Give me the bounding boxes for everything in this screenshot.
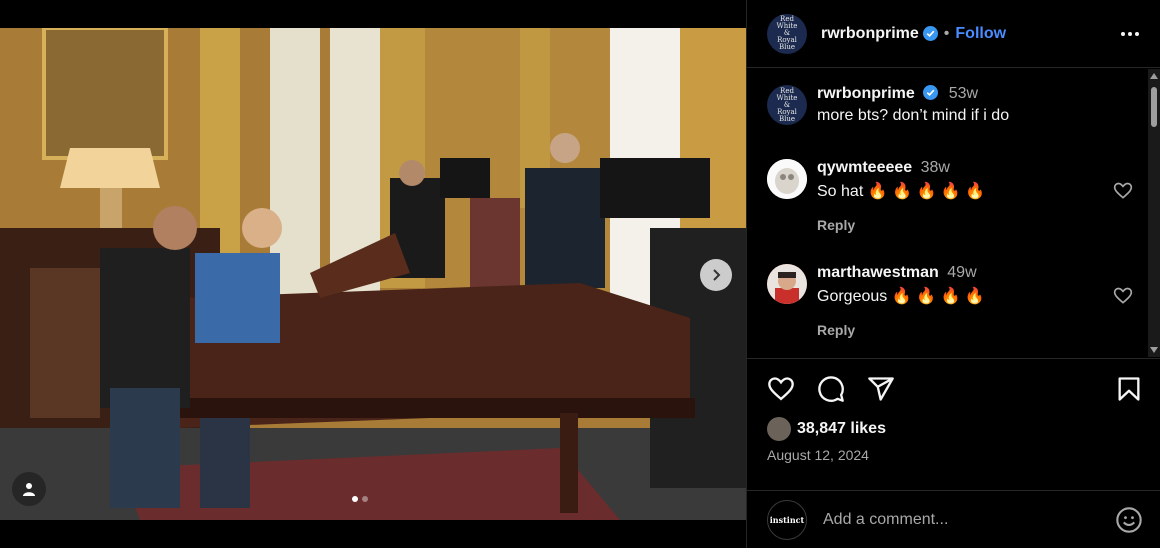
likes-summary: 38,847 likes: [767, 417, 886, 441]
tagged-users-button[interactable]: [12, 472, 46, 506]
photo-illustration: [0, 28, 746, 520]
reply-button[interactable]: Reply: [817, 217, 985, 233]
comment-item: marthawestman 49w Gorgeous 🔥 🔥 🔥 🔥 Reply: [767, 264, 1137, 338]
user-tag-icon: [23, 483, 35, 496]
heart-icon[interactable]: [767, 375, 795, 403]
follow-button[interactable]: Follow: [955, 25, 1006, 43]
paper-plane-icon[interactable]: [867, 375, 895, 403]
likes-count[interactable]: 38,847 likes: [797, 420, 886, 438]
caption-timestamp[interactable]: 53w: [949, 85, 978, 102]
add-comment-bar: instinct: [747, 490, 1160, 548]
comment-timestamp[interactable]: 38w: [921, 159, 950, 176]
liker-avatar[interactable]: [767, 417, 791, 441]
comment-username[interactable]: marthawestman: [817, 264, 939, 281]
carousel-indicator: [352, 496, 368, 502]
current-user-avatar-logo: instinct: [769, 514, 805, 525]
commenter-avatar[interactable]: [767, 159, 807, 199]
action-bar: [767, 375, 1143, 403]
like-comment-heart-icon[interactable]: [1113, 286, 1133, 306]
commenter-avatar[interactable]: [767, 264, 807, 304]
comments-scrollbar[interactable]: [1148, 69, 1160, 357]
add-comment-input[interactable]: [823, 510, 1115, 529]
verified-badge-icon: [922, 26, 938, 41]
comment-username[interactable]: qywmteeeee: [817, 159, 912, 176]
comment-text: So hat 🔥 🔥 🔥 🔥 🔥: [817, 183, 986, 200]
bookmark-icon[interactable]: [1115, 375, 1143, 403]
scroll-down-arrow-icon[interactable]: [1150, 347, 1158, 353]
caption-username[interactable]: rwrbonprime: [817, 85, 915, 102]
comments-list[interactable]: Red White & Royal Blue rwrbonprime 53w m…: [747, 69, 1149, 357]
emoji-icon[interactable]: [1115, 506, 1143, 534]
caption-avatar[interactable]: Red White & Royal Blue: [767, 85, 807, 125]
post-header: Red White & Royal Blue rwrbonprime • Fol…: [747, 0, 1160, 68]
more-options-icon: [1121, 31, 1139, 36]
post-date[interactable]: August 12, 2024: [767, 447, 869, 463]
post-actions: 38,847 likes August 12, 2024: [747, 358, 1160, 486]
post-photo: [0, 28, 746, 520]
next-slide-button[interactable]: [700, 259, 732, 291]
author-username[interactable]: rwrbonprime: [821, 25, 919, 43]
scroll-thumb[interactable]: [1151, 87, 1157, 127]
current-user-avatar: instinct: [767, 499, 807, 540]
chevron-right-icon: [713, 269, 721, 281]
caption-text: more bts? don’t mind if i do: [817, 107, 1010, 124]
caption-avatar-logo: Red White & Royal Blue: [776, 86, 798, 123]
author-avatar-logo: Red White & Royal Blue: [776, 15, 798, 51]
commenter-avatar-image: [767, 159, 807, 199]
carousel-dot-active: [352, 496, 358, 502]
like-comment-heart-icon[interactable]: [1113, 181, 1133, 201]
post-media: [0, 0, 746, 548]
comment-icon[interactable]: [817, 375, 845, 403]
post-caption: Red White & Royal Blue rwrbonprime 53w m…: [767, 85, 1009, 125]
reply-button[interactable]: Reply: [817, 322, 985, 338]
post-side-panel: Red White & Royal Blue rwrbonprime • Fol…: [746, 0, 1160, 548]
comment-timestamp[interactable]: 49w: [947, 264, 976, 281]
verified-badge-icon: [923, 85, 939, 100]
author-avatar[interactable]: Red White & Royal Blue: [767, 13, 807, 54]
commenter-avatar-image: [767, 264, 807, 304]
comment-item: qywmteeeee 38w So hat 🔥 🔥 🔥 🔥 🔥 Reply: [767, 159, 1137, 233]
header-separator: •: [943, 24, 950, 42]
scroll-up-arrow-icon[interactable]: [1150, 73, 1158, 79]
comment-text: Gorgeous 🔥 🔥 🔥 🔥: [817, 288, 985, 305]
more-options-button[interactable]: [1118, 22, 1142, 46]
carousel-dot: [362, 496, 368, 502]
